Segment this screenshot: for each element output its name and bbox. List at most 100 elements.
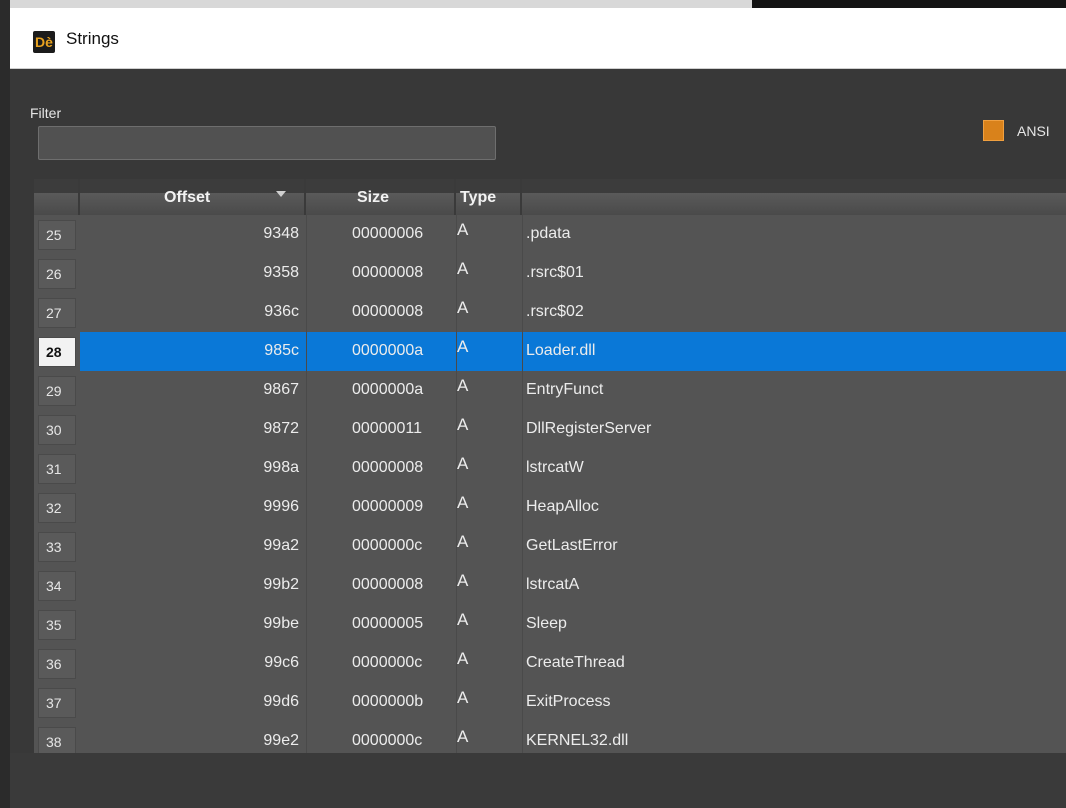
string-cell: HeapAlloc bbox=[526, 498, 599, 515]
row-number[interactable]: 32 bbox=[38, 493, 76, 523]
type-cell: A bbox=[457, 727, 469, 746]
type-cell: A bbox=[457, 454, 469, 473]
filter-input[interactable] bbox=[38, 126, 496, 160]
sort-descending-icon bbox=[276, 191, 286, 197]
table-row[interactable]: 38 99e2 0000000c A KERNEL32.dll bbox=[34, 722, 1066, 753]
column-header-offset[interactable]: Offset bbox=[80, 179, 306, 215]
column-divider bbox=[306, 332, 307, 371]
column-divider bbox=[522, 215, 523, 254]
row-number[interactable]: 31 bbox=[38, 454, 76, 484]
string-cell: .rsrc$01 bbox=[526, 264, 584, 281]
column-divider bbox=[306, 644, 307, 683]
offset-cell: 985c bbox=[264, 342, 299, 359]
ansi-checkbox[interactable] bbox=[983, 120, 1004, 141]
offset-cell: 99d6 bbox=[263, 693, 299, 710]
column-header-type-label: Type bbox=[460, 189, 497, 206]
type-cell: A bbox=[457, 376, 469, 395]
column-header-string[interactable] bbox=[522, 179, 1066, 215]
type-cell: A bbox=[457, 532, 469, 551]
column-divider bbox=[306, 449, 307, 488]
offset-cell: 99e2 bbox=[263, 732, 299, 749]
string-cell: EntryFunct bbox=[526, 381, 604, 398]
row-number[interactable]: 35 bbox=[38, 610, 76, 640]
table-header: Offset Size Type bbox=[34, 179, 1066, 215]
table-row[interactable]: 32 9996 00000009 A HeapAlloc bbox=[34, 488, 1066, 527]
column-divider bbox=[522, 683, 523, 722]
type-cell: A bbox=[457, 688, 469, 707]
offset-cell: 99a2 bbox=[263, 537, 299, 554]
string-cell: Loader.dll bbox=[526, 342, 596, 359]
ansi-label: ANSI bbox=[1017, 123, 1050, 139]
string-cell: .pdata bbox=[526, 225, 571, 242]
column-header-size[interactable]: Size bbox=[306, 179, 456, 215]
string-cell: ExitProcess bbox=[526, 693, 611, 710]
table-row[interactable]: 33 99a2 0000000c A GetLastError bbox=[34, 527, 1066, 566]
column-divider bbox=[306, 527, 307, 566]
background-dark-region bbox=[752, 0, 1066, 8]
app-icon: Dè bbox=[33, 31, 55, 53]
offset-cell: 9348 bbox=[263, 225, 299, 242]
table-row[interactable]: 27 936c 00000008 A .rsrc$02 bbox=[34, 293, 1066, 332]
dialog-content: Filter ANSI Offset Size Type 25 9348 00000… bbox=[10, 69, 1066, 808]
column-divider bbox=[522, 449, 523, 488]
status-bar bbox=[10, 753, 1066, 808]
type-cell: A bbox=[457, 610, 469, 629]
table-row[interactable]: 37 99d6 0000000b A ExitProcess bbox=[34, 683, 1066, 722]
title-bar[interactable]: Dè Strings bbox=[10, 8, 1066, 69]
table-row[interactable]: 29 9867 0000000a A EntryFunct bbox=[34, 371, 1066, 410]
type-cell: A bbox=[457, 298, 469, 317]
string-cell: CreateThread bbox=[526, 654, 625, 671]
row-number[interactable]: 27 bbox=[38, 298, 76, 328]
column-divider bbox=[522, 371, 523, 410]
column-divider bbox=[306, 722, 307, 753]
type-cell: A bbox=[457, 493, 469, 512]
table-row[interactable]: 28 985c 0000000a A Loader.dll bbox=[34, 332, 1066, 371]
column-header-type[interactable]: Type bbox=[456, 179, 522, 215]
size-cell: 0000000a bbox=[352, 342, 424, 359]
table-row[interactable]: 25 9348 00000006 A .pdata bbox=[34, 215, 1066, 254]
strings-dialog: Dè Strings Filter ANSI Offset Size Type bbox=[10, 8, 1066, 808]
row-number[interactable]: 34 bbox=[38, 571, 76, 601]
size-cell: 00000005 bbox=[352, 615, 424, 632]
table-row[interactable]: 31 998a 00000008 AlstrcatW bbox=[34, 449, 1066, 488]
window-title: Strings bbox=[66, 29, 119, 48]
column-divider bbox=[522, 293, 523, 332]
row-number[interactable]: 26 bbox=[38, 259, 76, 289]
offset-cell: 998a bbox=[263, 459, 299, 476]
column-divider bbox=[522, 254, 523, 293]
size-cell: 00000008 bbox=[352, 264, 424, 281]
strings-table[interactable]: Offset Size Type 25 9348 00000006 A .pdata 26… bbox=[34, 179, 1066, 753]
table-row[interactable]: 35 99be 00000005 A Sleep bbox=[34, 605, 1066, 644]
size-cell: 00000008 bbox=[352, 576, 424, 593]
size-cell: 0000000c bbox=[352, 732, 423, 749]
size-cell: 0000000c bbox=[352, 537, 423, 554]
column-divider bbox=[306, 371, 307, 410]
row-number[interactable]: 25 bbox=[38, 220, 76, 250]
table-row[interactable]: 36 99c6 0000000c A CreateThread bbox=[34, 644, 1066, 683]
string-cell: DllRegisterServer bbox=[526, 420, 652, 437]
type-cell: A bbox=[457, 220, 469, 239]
row-number[interactable]: 29 bbox=[38, 376, 76, 406]
string-cell: lstrcatA bbox=[526, 576, 580, 593]
row-number[interactable]: 30 bbox=[38, 415, 76, 445]
row-number[interactable]: 33 bbox=[38, 532, 76, 562]
offset-cell: 9358 bbox=[263, 264, 299, 281]
string-cell: Sleep bbox=[526, 615, 567, 632]
table-row[interactable]: 26 9358 00000008 A .rsrc$01 bbox=[34, 254, 1066, 293]
column-divider bbox=[522, 605, 523, 644]
table-row[interactable]: 34 99b2 00000008 AlstrcatA bbox=[34, 566, 1066, 605]
column-divider bbox=[522, 488, 523, 527]
type-cell: A bbox=[457, 649, 469, 668]
column-divider bbox=[306, 566, 307, 605]
string-cell: lstrcatW bbox=[526, 459, 584, 476]
row-number[interactable]: 38 bbox=[38, 727, 76, 753]
row-number[interactable]: 37 bbox=[38, 688, 76, 718]
row-number[interactable]: 28 bbox=[38, 337, 76, 367]
column-divider bbox=[306, 488, 307, 527]
row-number-header bbox=[34, 179, 80, 215]
column-divider bbox=[306, 410, 307, 449]
table-row[interactable]: 30 9872 00000011 A DllRegisterServer bbox=[34, 410, 1066, 449]
size-cell: 00000008 bbox=[352, 459, 424, 476]
string-cell: GetLastError bbox=[526, 537, 618, 554]
row-number[interactable]: 36 bbox=[38, 649, 76, 679]
